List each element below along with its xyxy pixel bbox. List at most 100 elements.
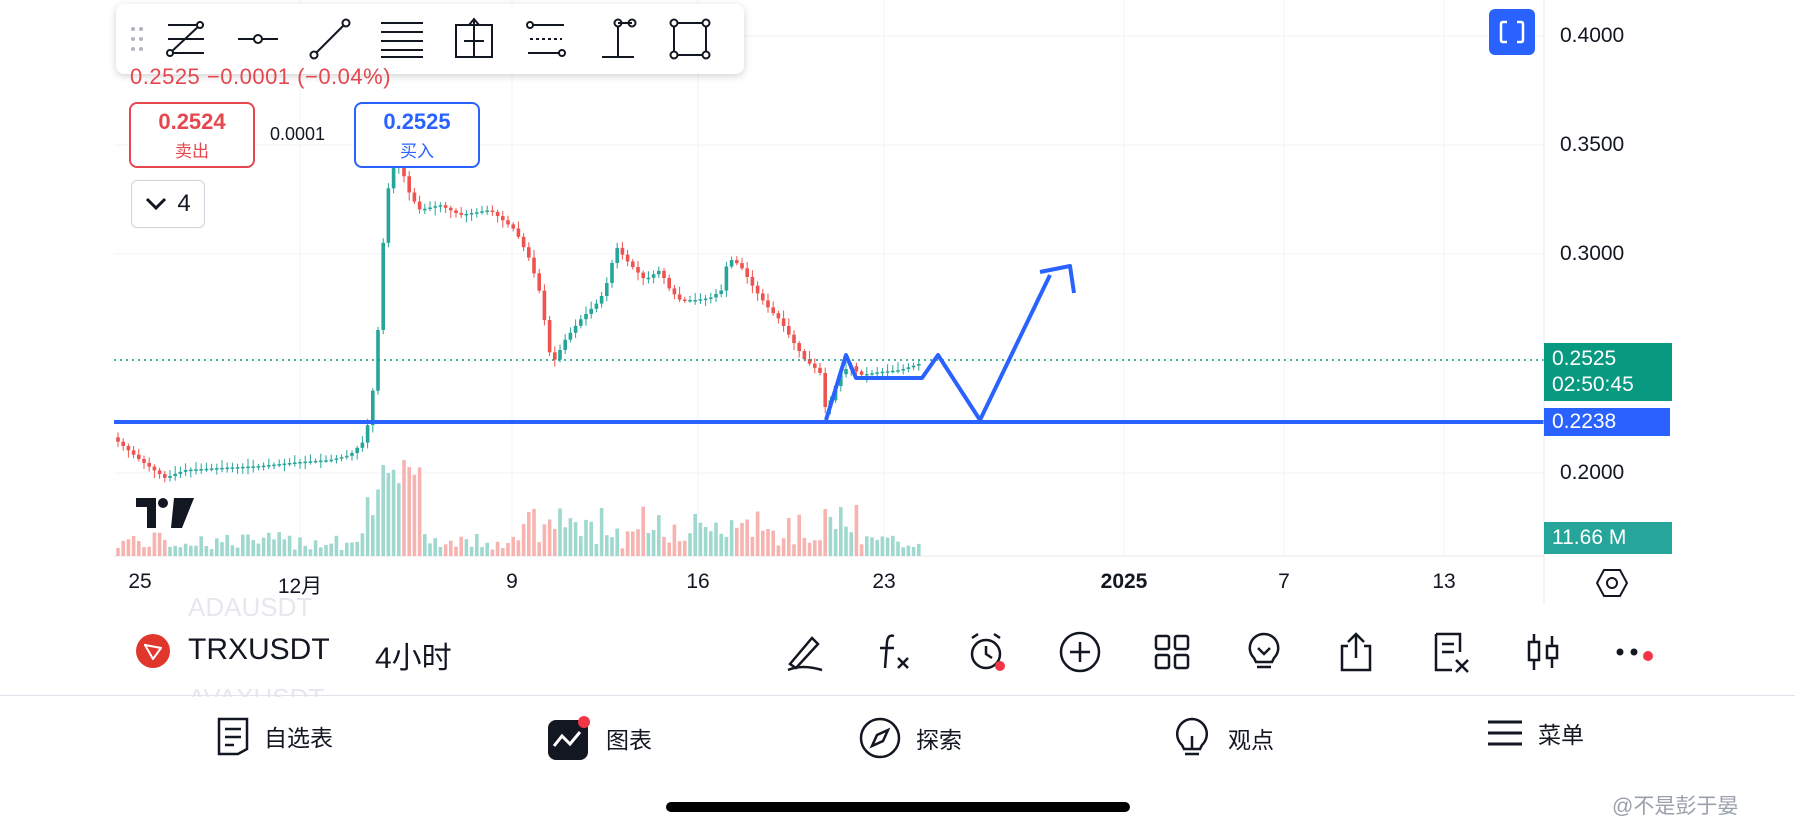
candle-body (428, 207, 432, 209)
timeframe-selector[interactable]: 4小时 (375, 633, 452, 677)
watchlist-icon (217, 717, 249, 756)
candle-body (813, 363, 817, 368)
candle-body (293, 462, 297, 465)
chart-settings-button[interactable] (1595, 568, 1629, 603)
candle-body (688, 300, 692, 302)
candlesticks (116, 160, 921, 483)
volume-bar (506, 542, 510, 556)
indicator-count: 4 (177, 190, 191, 217)
time-tick: 25 (128, 570, 152, 593)
volume-bar (620, 548, 625, 556)
volume-bar (495, 541, 500, 556)
volume-bar (397, 483, 401, 556)
candle-body (152, 466, 157, 471)
candle-body (646, 277, 651, 280)
volume-bar (480, 547, 484, 556)
volume-bar (501, 548, 505, 556)
candle-body (443, 205, 448, 208)
indicator-fx-icon[interactable] (870, 626, 922, 678)
volume-bar (844, 526, 848, 556)
share-icon[interactable] (1330, 626, 1382, 678)
buy-button[interactable]: 0.2525 买入 (354, 102, 480, 168)
price-range-icon[interactable] (438, 4, 510, 74)
volume-bar (823, 509, 827, 556)
volume-bar (646, 532, 651, 556)
volume-bar (183, 543, 188, 556)
nav-label: 图表 (606, 727, 652, 753)
layout-grid-icon[interactable] (1146, 626, 1198, 678)
candle-body (433, 206, 437, 208)
alert-clock-icon[interactable] (962, 626, 1014, 678)
ideas-bulb-icon[interactable] (1238, 626, 1290, 678)
volume-bar (693, 513, 697, 556)
volume-bar (709, 531, 713, 556)
price-tick: 0.3000 (1560, 242, 1625, 265)
nav-item-menu[interactable]: 菜单 (1486, 716, 1584, 750)
draw-pen-icon[interactable] (778, 626, 830, 678)
candle-body (220, 467, 224, 470)
order-book-icon[interactable] (1426, 626, 1478, 678)
candle-body (360, 442, 365, 448)
volume-bar (521, 523, 526, 556)
watermark: @不是彭于晏 (1612, 795, 1739, 818)
add-icon[interactable] (1054, 626, 1106, 678)
candle-body (324, 460, 328, 462)
price-change-line: 0.2525 −0.0001 (−0.04%) (130, 64, 392, 89)
candle-body (641, 272, 645, 279)
volume-bar (865, 536, 869, 556)
volume-bar (667, 542, 671, 556)
volume-bar (209, 549, 214, 556)
volume-bar (225, 534, 229, 556)
time-tick: 2025 (1100, 570, 1148, 593)
volume-bar (532, 508, 536, 556)
candle-body (859, 371, 864, 375)
candle-body (631, 261, 635, 268)
fit-screen-button[interactable] (1489, 9, 1535, 55)
candle-body (865, 373, 869, 376)
volume-bar (906, 545, 911, 556)
price-tick: 0.4000 (1560, 24, 1625, 47)
volume-bar (272, 539, 276, 556)
volume-bar (885, 537, 890, 556)
candle-body (131, 450, 136, 455)
nav-item-explore[interactable]: 探索 (858, 716, 962, 760)
candle-body (178, 471, 183, 474)
volume-bar (755, 511, 760, 556)
candle-body (870, 373, 874, 375)
candle-body (147, 462, 151, 467)
volume-bar (818, 540, 822, 556)
volume-bar (776, 545, 781, 556)
sell-button[interactable]: 0.2524 卖出 (129, 102, 255, 168)
candle-body (339, 457, 344, 459)
candle-body (194, 469, 198, 471)
nav-item-chart[interactable]: 图表 (548, 716, 652, 760)
candle-body (173, 473, 177, 476)
candle-body (620, 247, 625, 255)
nav-item-watchlist[interactable]: 自选表 (216, 716, 333, 756)
candle-body (589, 308, 593, 314)
more-icon[interactable] (1608, 626, 1660, 678)
buy-label: 买入 (400, 141, 434, 161)
volume-bar (215, 538, 219, 556)
candle-type-icon[interactable] (1518, 626, 1570, 678)
candle-body (485, 210, 489, 212)
candle-body (313, 460, 318, 463)
toolbar-drag-handle-icon[interactable] (124, 19, 150, 59)
candle-body (875, 372, 879, 374)
volume-bar (376, 489, 380, 556)
candle-body (251, 466, 255, 468)
vertical-range-icon[interactable] (582, 4, 654, 74)
rectangle-icon[interactable] (654, 4, 726, 74)
candle-body (558, 350, 562, 360)
settings-hexagon-icon (1595, 569, 1629, 597)
candle-body (724, 266, 729, 291)
indicators-toggle-button[interactable]: 4 (131, 180, 205, 228)
price-chart[interactable] (0, 0, 1795, 610)
candle-body (345, 455, 349, 458)
nav-item-ideas[interactable]: 观点 (1170, 716, 1274, 760)
volume-bar (230, 545, 235, 556)
volume-bar (235, 547, 240, 556)
candle-body (709, 297, 713, 299)
symbol-name[interactable]: TRXUSDT (188, 633, 330, 667)
fib-channel-icon[interactable] (510, 4, 582, 74)
